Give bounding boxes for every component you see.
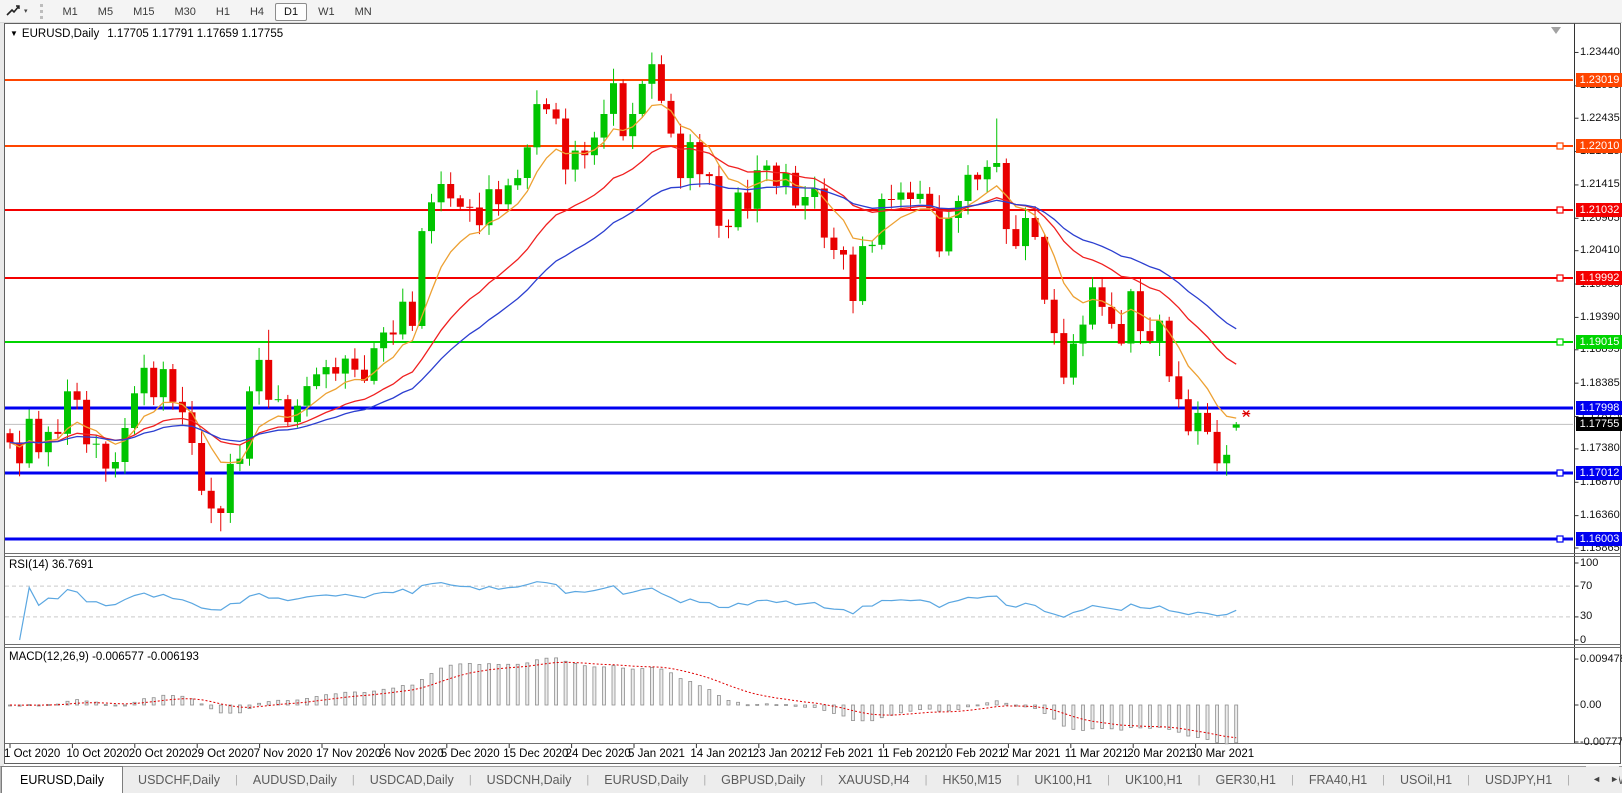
price-tag: 1.19015 bbox=[1576, 335, 1622, 349]
line-handle bbox=[1557, 339, 1563, 345]
tab-usdjpy-h1-14[interactable]: USDJPY,H1 bbox=[1470, 767, 1567, 793]
line-handle bbox=[1557, 536, 1563, 542]
tab-scroll-left-icon[interactable]: ◄ bbox=[1592, 774, 1601, 784]
tab-eurusd-daily-5[interactable]: EURUSD,Daily bbox=[589, 767, 703, 793]
timeframe-toolbar: ▾ M1M5M15M30H1H4D1W1MN bbox=[0, 0, 1622, 23]
timeframe-button-m15[interactable]: M15 bbox=[124, 3, 163, 21]
timeframe-button-m30[interactable]: M30 bbox=[165, 3, 204, 21]
rsi-line bbox=[20, 582, 1237, 640]
macd-indicator-label: MACD(12,26,9) -0.006577 -0.006193 bbox=[9, 651, 199, 663]
chart-tab-bar: EURUSD,DailyUSDCHF,Daily|AUDUSD,Daily|US… bbox=[0, 766, 1622, 793]
date-label: 24 Dec 2020 bbox=[566, 748, 631, 760]
candles-group bbox=[7, 53, 1240, 532]
price-tick-label: 1.21415 bbox=[1580, 178, 1620, 191]
date-label: 1 Oct 2020 bbox=[4, 748, 60, 760]
price-tick-label: 1.18385 bbox=[1580, 377, 1620, 390]
price-tick-label: 1.20410 bbox=[1580, 244, 1620, 257]
timeframe-button-m5[interactable]: M5 bbox=[89, 3, 122, 21]
date-label: 5 Dec 2020 bbox=[441, 748, 500, 760]
rsi-scale-label: 100 bbox=[1580, 557, 1598, 570]
macd-scale-label: 0.00 bbox=[1580, 699, 1601, 712]
chart-tool-button[interactable]: ▾ bbox=[5, 4, 28, 18]
toolbar-grip[interactable] bbox=[40, 4, 43, 19]
price-tick-label: 1.23440 bbox=[1580, 46, 1620, 59]
date-label: 20 Feb 2021 bbox=[940, 748, 1005, 760]
rsi-indicator-label: RSI(14) 36.7691 bbox=[9, 559, 93, 571]
tab-usdcnh-daily-4[interactable]: USDCNH,Daily bbox=[472, 767, 587, 793]
date-label: 10 Oct 2020 bbox=[66, 748, 129, 760]
rsi-scale-label: 0 bbox=[1580, 634, 1586, 647]
price-tick-label: 1.19390 bbox=[1580, 311, 1620, 324]
date-label: 20 Oct 2020 bbox=[129, 748, 192, 760]
tab-scroll-arrows: ◄ ► bbox=[1586, 766, 1619, 792]
timeframe-button-w1[interactable]: W1 bbox=[309, 3, 344, 21]
tab-scroll-right-icon[interactable]: ► bbox=[1610, 774, 1619, 784]
timeframe-button-m1[interactable]: M1 bbox=[54, 3, 87, 21]
tab-xauusd-h4-7[interactable]: XAUUSD,H4 bbox=[823, 767, 925, 793]
date-label: 11 Mar 2021 bbox=[1065, 748, 1129, 760]
chart-title: ▼ EURUSD,Daily 1.17705 1.17791 1.17659 1.1… bbox=[10, 28, 283, 40]
date-label: 23 Jan 2021 bbox=[753, 748, 816, 760]
date-label: 30 Mar 2021 bbox=[1190, 748, 1255, 760]
price-tag: 1.21032 bbox=[1576, 203, 1622, 217]
tab-uk100-h1-10[interactable]: UK100,H1 bbox=[1110, 767, 1198, 793]
price-tag: 1.19992 bbox=[1576, 271, 1622, 285]
tab-uk100-h1-9[interactable]: UK100,H1 bbox=[1019, 767, 1107, 793]
price-tick-label: 1.17380 bbox=[1580, 442, 1620, 455]
ma-medium-line bbox=[10, 146, 1236, 445]
date-label: 20 Mar 2021 bbox=[1127, 748, 1192, 760]
price-tick-label: 1.22435 bbox=[1580, 112, 1620, 125]
date-label: 29 Oct 2020 bbox=[191, 748, 254, 760]
line-handle bbox=[1557, 470, 1563, 476]
price-tag: 1.23019 bbox=[1576, 73, 1622, 87]
price-tag: 1.17012 bbox=[1576, 466, 1622, 480]
tab-fra40-h1-12[interactable]: FRA40,H1 bbox=[1294, 767, 1382, 793]
date-label: 14 Jan 2021 bbox=[690, 748, 753, 760]
tab-usdchf-daily-1[interactable]: USDCHF,Daily bbox=[123, 767, 235, 793]
price-tag: 1.17998 bbox=[1576, 401, 1622, 415]
rsi-scale-label: 70 bbox=[1580, 580, 1592, 593]
tab-ger30-h1-11[interactable]: GER30,H1 bbox=[1201, 767, 1291, 793]
tab-gbpusd-daily-6[interactable]: GBPUSD,Daily bbox=[706, 767, 820, 793]
date-label: 5 Jan 2021 bbox=[628, 748, 685, 760]
tab-usdcad-daily-3[interactable]: USDCAD,Daily bbox=[355, 767, 469, 793]
date-label: 2 Feb 2021 bbox=[815, 748, 873, 760]
line-handle bbox=[1557, 275, 1563, 281]
timeframe-button-h1[interactable]: H1 bbox=[207, 3, 239, 21]
timeframe-buttons: M1M5M15M30H1H4D1W1MN bbox=[53, 2, 382, 20]
date-label: 26 Nov 2020 bbox=[378, 748, 443, 760]
rsi-scale-label: 30 bbox=[1580, 610, 1592, 623]
tab-hk50-m15-8[interactable]: HK50,M15 bbox=[927, 767, 1016, 793]
date-label: 7 Nov 2020 bbox=[254, 748, 313, 760]
date-label: 17 Nov 2020 bbox=[316, 748, 381, 760]
macd-scale-label: 0.009478 bbox=[1580, 653, 1622, 666]
date-label: 15 Dec 2020 bbox=[503, 748, 568, 760]
dropdown-caret-icon: ▾ bbox=[24, 7, 28, 15]
chart-ohlc-values: 1.17705 1.17791 1.17659 1.17755 bbox=[107, 28, 283, 40]
chart-collapse-icon[interactable]: ▼ bbox=[10, 29, 18, 38]
line-handle bbox=[1557, 207, 1563, 213]
chart-symbol-label: EURUSD,Daily bbox=[22, 28, 99, 40]
tab-eurusd-daily-0[interactable]: EURUSD,Daily bbox=[1, 766, 123, 793]
date-label: 11 Feb 2021 bbox=[878, 748, 942, 760]
macd-histogram bbox=[9, 658, 1238, 744]
price-tag: 1.16003 bbox=[1576, 532, 1622, 546]
date-label: 2 Mar 2021 bbox=[1002, 748, 1060, 760]
timeframe-button-d1[interactable]: D1 bbox=[275, 3, 307, 21]
scroll-to-end-icon bbox=[1551, 27, 1561, 34]
macd-scale-label: -0.00777 bbox=[1580, 736, 1622, 749]
chart-canvas[interactable] bbox=[0, 0, 1622, 792]
timeframe-button-h4[interactable]: H4 bbox=[241, 3, 273, 21]
price-tag: 1.22010 bbox=[1576, 139, 1622, 153]
timeframe-button-mn[interactable]: MN bbox=[346, 3, 381, 21]
tab-audusd-daily-2[interactable]: AUDUSD,Daily bbox=[238, 767, 352, 793]
line-handle bbox=[1557, 143, 1563, 149]
price-tick-label: 1.16360 bbox=[1580, 509, 1620, 522]
current-price-tag: 1.17755 bbox=[1576, 417, 1622, 431]
tab-usoil-h1-13[interactable]: USOil,H1 bbox=[1385, 767, 1467, 793]
chart-tool-icon bbox=[5, 4, 21, 18]
